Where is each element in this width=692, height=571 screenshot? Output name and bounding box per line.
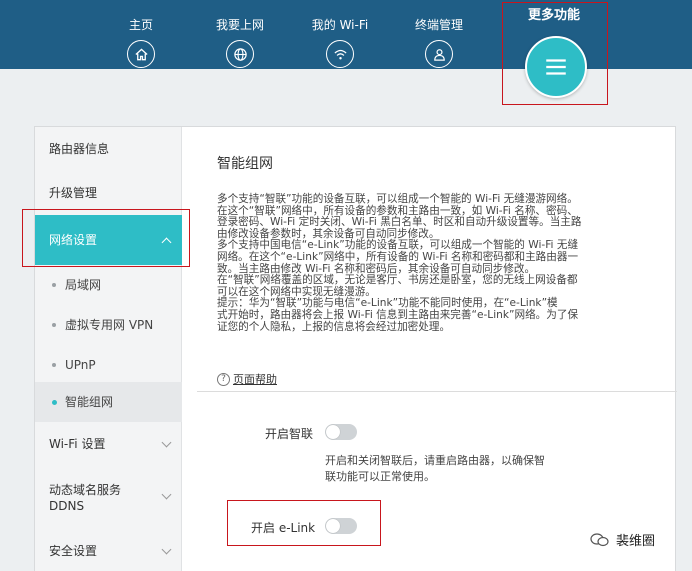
sidebar-item-router-info[interactable]: 路由器信息 [35, 127, 182, 171]
sidebar-sub-vpn[interactable]: 虚拟专用网 VPN [35, 305, 182, 345]
watermark: 裴维圈 [590, 530, 655, 549]
bullet-icon [52, 283, 56, 287]
chevron-down-icon [161, 544, 172, 555]
nav-internet[interactable]: 我要上网 [195, 0, 285, 69]
home-icon [127, 40, 155, 68]
page-title: 智能组网 [217, 156, 273, 172]
sidebar-item-label: 安全设置 [49, 544, 98, 558]
sidebar-sub-label: UPnP [65, 358, 96, 372]
wechat-icon [590, 532, 609, 546]
nav-devices-label: 终端管理 [414, 18, 463, 32]
chevron-down-icon [161, 437, 172, 448]
divider [197, 391, 677, 392]
sidebar-item-label: 升级管理 [49, 186, 98, 200]
watermark-text: 裴维圈 [616, 534, 656, 549]
nav-internet-label: 我要上网 [215, 18, 264, 32]
sidebar-item-wifi-settings[interactable]: Wi-Fi 设置 [35, 422, 182, 466]
sidebar: 路由器信息 升级管理 网络设置 局域网 虚拟专用网 VPN UPnP 智能组网 … [35, 127, 182, 571]
nav-home-label: 主页 [128, 18, 153, 32]
nav-devices[interactable]: 终端管理 [394, 0, 484, 69]
page-help-link[interactable]: ? 页面帮助 [217, 371, 277, 387]
description-line: 在“智联”网络覆盖的区域，无论是客厅、书房还是卧室，您的无线上网设备都 [217, 274, 578, 287]
sidebar-sub-label: 局域网 [65, 278, 102, 292]
sidebar-item-label: 路由器信息 [49, 142, 110, 156]
description-line: 网络。在这个“e-Link”网络中，所有设备的 Wi-Fi 名称和密码都和主路由… [217, 250, 579, 263]
wifi-icon [326, 40, 354, 68]
bullet-icon [52, 399, 57, 405]
sidebar-sub-lan[interactable]: 局域网 [35, 265, 182, 305]
note-line: 联功能可以正常使用。 [325, 470, 435, 483]
highlight-box-network-settings [22, 209, 190, 267]
sidebar-sub-label: 智能组网 [65, 395, 114, 409]
sidebar-sub-upnp[interactable]: UPnP [35, 345, 182, 385]
nav-home[interactable]: 主页 [96, 0, 186, 69]
highlight-box-elink [227, 500, 381, 546]
bullet-icon [52, 323, 56, 327]
sidebar-item-label: Wi-Fi 设置 [49, 437, 106, 451]
sidebar-item-label: DDNS [49, 499, 85, 513]
bullet-icon [52, 363, 56, 367]
description-text: 多个支持“智联”功能的设备互联，可以组成一个智能的 Wi-Fi 无缝漫游网络。 … [217, 193, 641, 333]
toggle-knob [326, 425, 340, 439]
globe-icon [226, 40, 254, 68]
zhilian-note: 开启和关闭智联后，请重启路由器，以确保智 联功能可以正常使用。 [325, 453, 577, 485]
sidebar-item-ddns[interactable]: 动态域名服务 DDNS [35, 466, 182, 526]
sidebar-sub-smart-network[interactable]: 智能组网 [35, 382, 182, 422]
zhilian-toggle[interactable] [325, 424, 357, 440]
sidebar-sub-label: 虚拟专用网 VPN [65, 318, 154, 332]
nav-my-wifi[interactable]: 我的 Wi-Fi [295, 0, 385, 69]
highlight-box-more [502, 2, 608, 105]
note-line: 开启和关闭智联后，请重启路由器，以确保智 [325, 454, 545, 467]
sidebar-item-security[interactable]: 安全设置 [35, 529, 182, 571]
description-line: 证您的个人隐私，上报的信息将会经过加密处理。 [217, 320, 451, 333]
nav-my-wifi-label: 我的 Wi-Fi [311, 18, 369, 32]
page-help-label: 页面帮助 [233, 373, 277, 386]
user-icon [425, 40, 453, 68]
help-icon: ? [217, 372, 230, 386]
zhilian-label: 开启智联 [265, 427, 314, 441]
description-line: 式开始时，路由器将会上报 Wi-Fi 信息到主路由来完善“e-Link”网络。为… [217, 308, 579, 321]
description-line: 多个支持“智联”功能的设备互联，可以组成一个智能的 Wi-Fi 无缝漫游网络。 [217, 193, 578, 205]
